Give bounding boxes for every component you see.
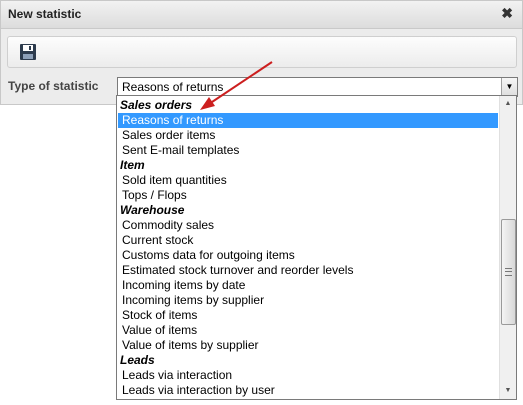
dialog-titlebar: New statistic ✖ (1, 1, 522, 29)
option-group-header: Warehouse (120, 203, 185, 217)
statistic-type-label: Type of statistic (8, 79, 99, 93)
statistic-type-select[interactable]: Reasons of returns ▼ (117, 77, 518, 97)
dropdown-option[interactable]: Commodity sales (118, 218, 498, 233)
new-statistic-dialog: New statistic ✖ Type of statistic Reason… (0, 0, 523, 105)
dialog-title: New statistic (8, 7, 82, 21)
dropdown-option[interactable]: Leads via interaction by user (118, 383, 498, 398)
option-group-header: Sales orders (120, 98, 193, 112)
dropdown-option[interactable]: Incoming items by date (118, 278, 498, 293)
close-icon[interactable]: ✖ (501, 5, 513, 22)
option-group-header: Item (120, 158, 145, 172)
dropdown-option[interactable]: Value of items by supplier (118, 338, 498, 353)
dropdown-option[interactable]: Sent E-mail templates (118, 143, 498, 158)
dropdown-option[interactable]: Stock of items (118, 308, 498, 323)
scrollbar-thumb[interactable] (501, 219, 516, 325)
dropdown-option[interactable]: Sold item quantities (118, 173, 498, 188)
statistic-type-dropdown-list: Sales orders Reasons of returns Sales orde… (116, 95, 517, 400)
dropdown-option[interactable]: Current stock (118, 233, 498, 248)
dropdown-option[interactable]: Estimated stock turnover and reorder lev… (118, 263, 498, 278)
dropdown-option[interactable]: Sales order items (118, 128, 498, 143)
dropdown-option[interactable]: Tops / Flops (118, 188, 498, 203)
chevron-down-icon[interactable]: ▼ (501, 78, 517, 96)
dropdown-option[interactable]: Reasons of returns (118, 113, 498, 128)
statistic-type-value: Reasons of returns (122, 80, 224, 94)
dropdown-option[interactable]: Customs data for outgoing items (118, 248, 498, 263)
option-group-header: Leads (120, 353, 155, 367)
dropdown-scrollbar[interactable]: ▲ ▼ (499, 96, 516, 399)
dropdown-option[interactable]: Incoming items by supplier (118, 293, 498, 308)
scroll-down-icon[interactable]: ▼ (500, 383, 516, 399)
scroll-up-icon[interactable]: ▲ (500, 96, 516, 112)
floppy-disk-icon (20, 44, 36, 60)
grip-icon (505, 268, 512, 276)
dropdown-option[interactable]: Leads via interaction (118, 368, 498, 383)
dialog-toolbar (7, 36, 517, 68)
save-button[interactable] (18, 42, 38, 62)
dropdown-option[interactable]: Value of items (118, 323, 498, 338)
